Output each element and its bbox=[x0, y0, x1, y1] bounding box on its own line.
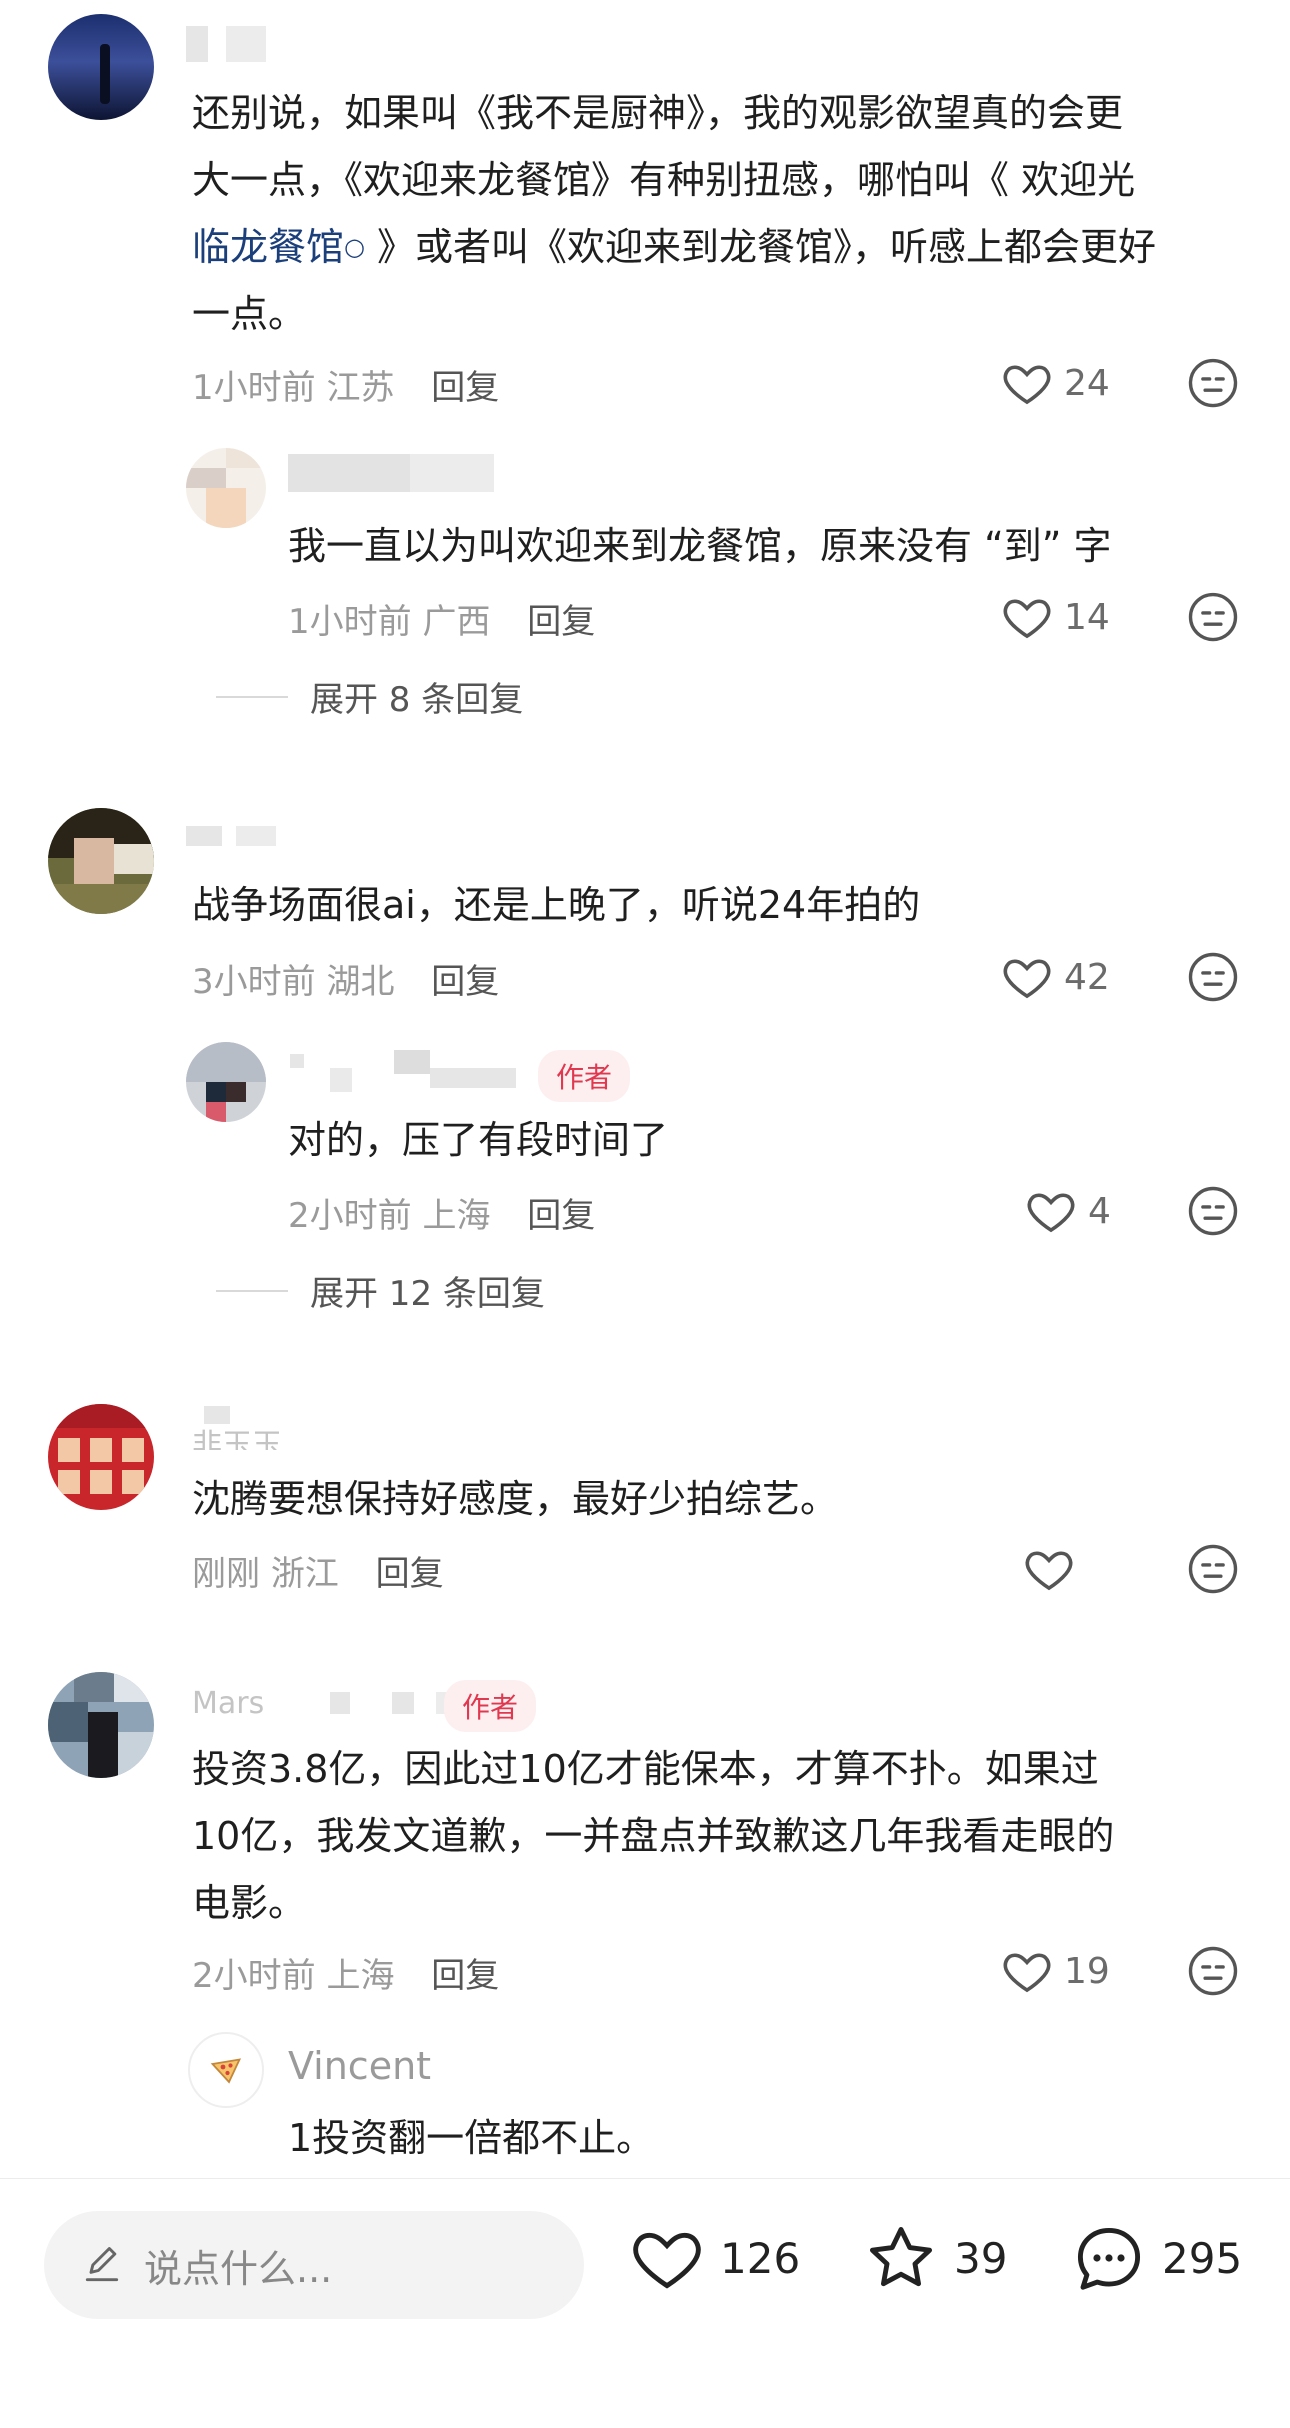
like-count: 42 bbox=[1064, 956, 1110, 998]
pizza-icon bbox=[210, 2058, 242, 2084]
like-button[interactable]: 4 bbox=[1024, 1184, 1111, 1238]
username-blurred[interactable] bbox=[430, 1068, 516, 1088]
meh-face-icon[interactable] bbox=[1186, 356, 1240, 410]
comments-button[interactable]: 295 bbox=[1070, 2219, 1242, 2297]
like-button[interactable]: 24 bbox=[1000, 356, 1110, 410]
comment-location: 上海 bbox=[326, 1956, 395, 1996]
username-blurred[interactable] bbox=[186, 826, 222, 846]
comment-time: 3小时前 bbox=[192, 962, 316, 1002]
bottom-action-bar: 说点什么... 126 39 295 bbox=[0, 2178, 1290, 2428]
comment-meta: 2小时前 上海 回复 bbox=[192, 1948, 499, 1997]
reply-time: 2小时前 bbox=[288, 1196, 412, 1236]
meh-face-icon[interactable] bbox=[1186, 590, 1240, 644]
heart-icon bbox=[1025, 1551, 1073, 1591]
comment-text: 战争场面很ai，还是上晚了，听说24年拍的 bbox=[192, 883, 921, 927]
meh-face-icon[interactable] bbox=[1186, 950, 1240, 1004]
comment-location: 浙江 bbox=[270, 1554, 339, 1594]
comment-time: 刚刚 bbox=[192, 1554, 260, 1594]
reply-text: 我一直以为叫欢迎来到龙餐馆，原来没有 “到” 字 bbox=[288, 524, 1112, 568]
like-count: 19 bbox=[1064, 1950, 1110, 1992]
username[interactable]: Mars bbox=[192, 1686, 264, 1716]
comment-text: 沈腾要想保持好感度，最好少拍综艺。 bbox=[192, 1477, 839, 1521]
username-blurred[interactable] bbox=[330, 1068, 352, 1092]
like-count: 24 bbox=[1064, 362, 1110, 404]
favorite-count: 39 bbox=[954, 2233, 1008, 2283]
username-blurred[interactable] bbox=[410, 454, 494, 492]
avatar[interactable] bbox=[186, 448, 266, 528]
author-badge: 作者 bbox=[444, 1680, 537, 1732]
avatar[interactable] bbox=[48, 1672, 154, 1778]
comment-meta: 3小时前 湖北 回复 bbox=[192, 954, 499, 1003]
expand-label: 展开 12 条回复 bbox=[310, 1274, 545, 1314]
avatar[interactable] bbox=[188, 2032, 264, 2108]
reply-text: 1投资翻一倍都不止。 bbox=[288, 2116, 655, 2160]
username-blurred[interactable] bbox=[226, 26, 266, 62]
like-button[interactable]: 14 bbox=[1000, 590, 1110, 644]
comment-location: 湖北 bbox=[326, 962, 395, 1002]
like-button[interactable] bbox=[1022, 1542, 1076, 1596]
comment-input[interactable]: 说点什么... bbox=[44, 2211, 584, 2319]
expand-replies-button[interactable]: 展开 12 条回复 bbox=[216, 1266, 545, 1315]
heart-icon bbox=[1003, 599, 1051, 639]
reply-text: 对的，压了有段时间了 bbox=[288, 1118, 669, 1162]
reply-location: 上海 bbox=[422, 1196, 491, 1236]
comment-meta: 刚刚 浙江 回复 bbox=[192, 1546, 444, 1595]
reply-meta: 1小时前 广西 回复 bbox=[288, 594, 595, 643]
avatar[interactable] bbox=[48, 808, 154, 914]
heart-icon bbox=[1027, 1193, 1075, 1233]
avatar[interactable] bbox=[186, 1042, 266, 1122]
username[interactable]: 非玉玉 bbox=[192, 1420, 282, 1450]
author-badge: 作者 bbox=[538, 1050, 631, 1102]
reply-button[interactable]: 回复 bbox=[431, 1956, 499, 1996]
username-blurred[interactable] bbox=[186, 26, 208, 62]
like-button[interactable]: 42 bbox=[1000, 950, 1110, 1004]
username-blurred[interactable] bbox=[236, 826, 276, 846]
reply-button[interactable]: 回复 bbox=[527, 1196, 595, 1236]
heart-icon bbox=[1003, 365, 1051, 405]
comment-count: 295 bbox=[1162, 2233, 1243, 2283]
expand-label: 展开 8 条回复 bbox=[310, 680, 524, 720]
reply-time: 1小时前 bbox=[288, 602, 412, 642]
username-blurred[interactable] bbox=[330, 1692, 350, 1714]
favorite-button[interactable]: 39 bbox=[862, 2219, 1007, 2297]
comment-text: 大一点，《欢迎来龙餐馆》有种别扭感，哪怕叫《 欢迎光 bbox=[192, 158, 1136, 202]
avatar[interactable] bbox=[48, 1404, 154, 1510]
meh-face-icon[interactable] bbox=[1186, 1184, 1240, 1238]
comment-text: 》或者叫《欢迎来到龙餐馆》，听感上都会更好 bbox=[364, 225, 1157, 269]
username-blurred[interactable] bbox=[290, 1054, 304, 1068]
username-blurred[interactable] bbox=[392, 1692, 414, 1714]
star-icon bbox=[869, 2226, 933, 2287]
search-icon[interactable]: ○ bbox=[344, 233, 365, 261]
heart-icon bbox=[1003, 959, 1051, 999]
meh-face-icon[interactable] bbox=[1186, 1542, 1240, 1596]
comment-location: 江苏 bbox=[326, 368, 395, 408]
like-count: 126 bbox=[720, 2233, 801, 2283]
like-count: 14 bbox=[1064, 596, 1110, 638]
reply-location: 广西 bbox=[422, 602, 491, 642]
pencil-icon bbox=[85, 2247, 119, 2282]
divider bbox=[216, 695, 288, 698]
comment-meta: 1小时前 江苏 回复 bbox=[192, 360, 499, 409]
reply-button[interactable]: 回复 bbox=[431, 962, 499, 1002]
username[interactable]: Vincent bbox=[288, 2044, 431, 2088]
heart-icon bbox=[1003, 1953, 1051, 1993]
comment-time: 1小时前 bbox=[192, 368, 316, 408]
like-button[interactable]: 19 bbox=[1000, 1944, 1110, 1998]
like-post-button[interactable]: 126 bbox=[628, 2219, 800, 2297]
divider bbox=[216, 1289, 288, 1292]
avatar[interactable] bbox=[48, 14, 154, 120]
username-blurred[interactable] bbox=[394, 1050, 430, 1074]
reply-button[interactable]: 回复 bbox=[527, 602, 595, 642]
input-placeholder: 说点什么... bbox=[144, 2246, 333, 2291]
reply-meta: 2小时前 上海 回复 bbox=[288, 1188, 595, 1237]
expand-replies-button[interactable]: 展开 8 条回复 bbox=[216, 672, 523, 721]
chat-bubble-icon bbox=[1077, 2227, 1141, 2290]
like-count: 4 bbox=[1088, 1190, 1111, 1232]
reply-button[interactable]: 回复 bbox=[431, 368, 499, 408]
comment-time: 2小时前 bbox=[192, 1956, 316, 1996]
meh-face-icon[interactable] bbox=[1186, 1944, 1240, 1998]
search-link[interactable]: 临龙餐馆 bbox=[192, 225, 344, 269]
heart-icon bbox=[633, 2232, 701, 2289]
reply-button[interactable]: 回复 bbox=[376, 1554, 444, 1594]
